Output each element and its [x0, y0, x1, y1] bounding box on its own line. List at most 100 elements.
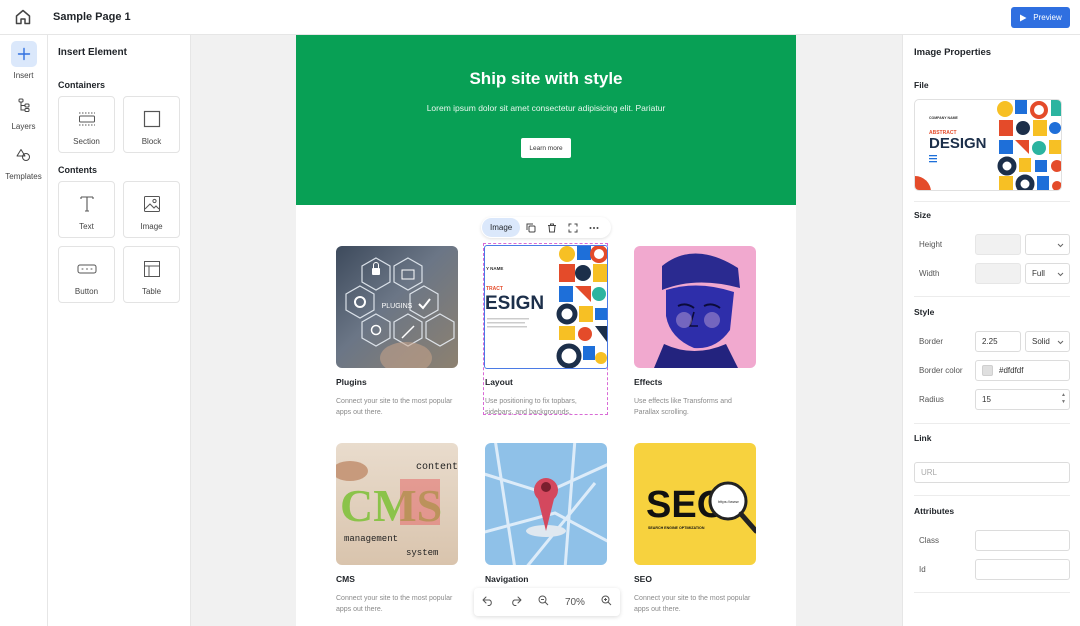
rail-label: Insert [13, 71, 34, 80]
element-type-chip[interactable]: Image [482, 218, 521, 237]
card-title: CMS [336, 574, 355, 584]
tile-label: Table [141, 287, 162, 296]
insert-image-tile[interactable]: Image [123, 181, 180, 238]
border-label: Border [919, 337, 944, 346]
card-seo[interactable]: SEO SEARCH ENGINE OPTIMIZATION https://w… [634, 443, 756, 615]
card-image-selected[interactable]: Y NAME TRACT ESIGN [484, 245, 608, 369]
duplicate-icon[interactable] [520, 218, 541, 237]
height-unit-select[interactable] [1025, 234, 1070, 255]
card-desc: Use positioning to fix topbars, sidebars… [485, 398, 577, 416]
id-input[interactable] [975, 559, 1070, 580]
fullscreen-icon[interactable] [562, 218, 583, 237]
file-preview-design: DESIGN [929, 135, 987, 152]
image-icon [124, 192, 179, 216]
color-swatch[interactable] [982, 365, 993, 376]
shapes-icon [11, 142, 37, 168]
cms-word-management: management [344, 534, 398, 544]
card-image[interactable]: SEO SEARCH ENGINE OPTIMIZATION https://w… [634, 443, 756, 565]
chevron-down-icon [1057, 270, 1064, 279]
text-icon [59, 192, 114, 216]
properties-panel: Image Properties File COMPANY NAME ABSTR… [902, 35, 1080, 626]
block-icon [124, 107, 179, 131]
tile-label: Block [141, 137, 162, 146]
stepper-icon[interactable]: ▲ ▼ [1061, 392, 1066, 406]
card-navigation[interactable]: Navigation [485, 443, 607, 584]
border-width-input[interactable]: 2.25 [975, 331, 1021, 352]
attributes-heading: Attributes [914, 506, 955, 516]
seo-graphic: SEO SEARCH ENGINE OPTIMIZATION https://w… [646, 481, 756, 534]
card-image[interactable]: PLUGINS [336, 246, 458, 368]
card-plugins[interactable]: PLUGINS Plugins Connect your site to the… [336, 246, 458, 418]
card-image[interactable]: content CMS management system [336, 443, 458, 565]
card-title: SEO [634, 574, 652, 584]
card-title: Effects [634, 377, 663, 387]
file-preview-company: COMPANY NAME [929, 116, 959, 120]
divider [914, 201, 1070, 202]
border-style-value: Solid [1032, 337, 1050, 346]
divider [914, 495, 1070, 496]
radius-input[interactable]: 15 ▲ ▼ [975, 389, 1070, 410]
seo-thumb-url: https://www [718, 499, 739, 504]
plugins-graphic: PLUGINS [345, 257, 455, 368]
hero-section[interactable]: Ship site with style Lorem ipsum dolor s… [296, 35, 796, 205]
chevron-down-icon [1057, 338, 1064, 347]
card-image[interactable] [485, 443, 607, 565]
insert-table-tile[interactable]: Table [123, 246, 180, 303]
zoom-level[interactable]: 70% [565, 597, 585, 608]
insert-section-tile[interactable]: Section [58, 96, 115, 153]
zoom-out-icon[interactable] [538, 595, 549, 609]
design-thumb-small: TRACT [486, 286, 503, 292]
rail-label: Layers [11, 122, 36, 131]
border-width-value: 2.25 [982, 337, 998, 346]
design-thumb-top: Y NAME [486, 266, 503, 271]
zoom-in-icon[interactable] [601, 595, 612, 609]
tile-label: Text [79, 222, 94, 231]
design-graphic: Y NAME TRACT ESIGN [485, 246, 607, 368]
element-toolbar: Image [481, 217, 611, 238]
plugins-thumb-text: PLUGINS [382, 303, 413, 310]
rail-item-layers[interactable]: Layers [0, 92, 47, 131]
rail-item-insert[interactable]: Insert [0, 41, 47, 80]
redo-icon[interactable] [510, 596, 522, 609]
card-cms[interactable]: content CMS management system CMS Connec… [336, 443, 458, 615]
id-label: Id [919, 565, 926, 574]
more-icon[interactable] [583, 218, 604, 237]
trash-icon[interactable] [541, 218, 562, 237]
url-input[interactable]: URL [914, 462, 1070, 483]
insert-block-tile[interactable]: Block [123, 96, 180, 153]
divider [914, 592, 1070, 593]
card-image[interactable] [634, 246, 756, 368]
file-preview[interactable]: COMPANY NAME ABSTRACT DESIGN [914, 99, 1062, 191]
design-thumb-text: ESIGN [485, 293, 544, 314]
card-effects[interactable]: Effects Use effects like Transforms and … [634, 246, 756, 418]
preview-button[interactable]: Preview [1011, 7, 1070, 28]
containers-heading: Containers [58, 80, 106, 90]
undo-icon[interactable] [482, 596, 494, 609]
cms-word-content: content [416, 462, 458, 473]
home-icon[interactable] [14, 8, 32, 26]
width-input[interactable] [975, 263, 1021, 284]
preview-label: Preview [1033, 13, 1062, 22]
width-unit-select[interactable]: Full [1025, 263, 1070, 284]
tile-label: Image [140, 222, 163, 231]
border-color-input[interactable]: #dfdfdf [975, 360, 1070, 381]
rail-item-templates[interactable]: Templates [0, 142, 47, 181]
height-input[interactable] [975, 234, 1021, 255]
insert-panel-title: Insert Element [58, 47, 127, 58]
insert-button-tile[interactable]: Button [58, 246, 115, 303]
border-style-select[interactable]: Solid [1025, 331, 1070, 352]
canvas[interactable]: Ship site with style Lorem ipsum dolor s… [191, 35, 902, 626]
hero-subtitle[interactable]: Lorem ipsum dolor sit amet consectetur a… [416, 102, 676, 115]
class-input[interactable] [975, 530, 1070, 551]
section-icon [59, 107, 114, 131]
insert-text-tile[interactable]: Text [58, 181, 115, 238]
learn-more-button[interactable]: Learn more [521, 138, 571, 158]
link-heading: Link [914, 433, 932, 443]
card-layout[interactable]: Y NAME TRACT ESIGN Layout Use positionin… [484, 245, 608, 418]
properties-title: Image Properties [914, 47, 992, 58]
page-title: Sample Page 1 [53, 11, 131, 23]
style-heading: Style [914, 307, 935, 317]
hero-title[interactable]: Ship site with style [296, 69, 796, 89]
card-desc: Connect your site to the most popular ap… [336, 398, 453, 416]
button-icon [59, 257, 114, 281]
